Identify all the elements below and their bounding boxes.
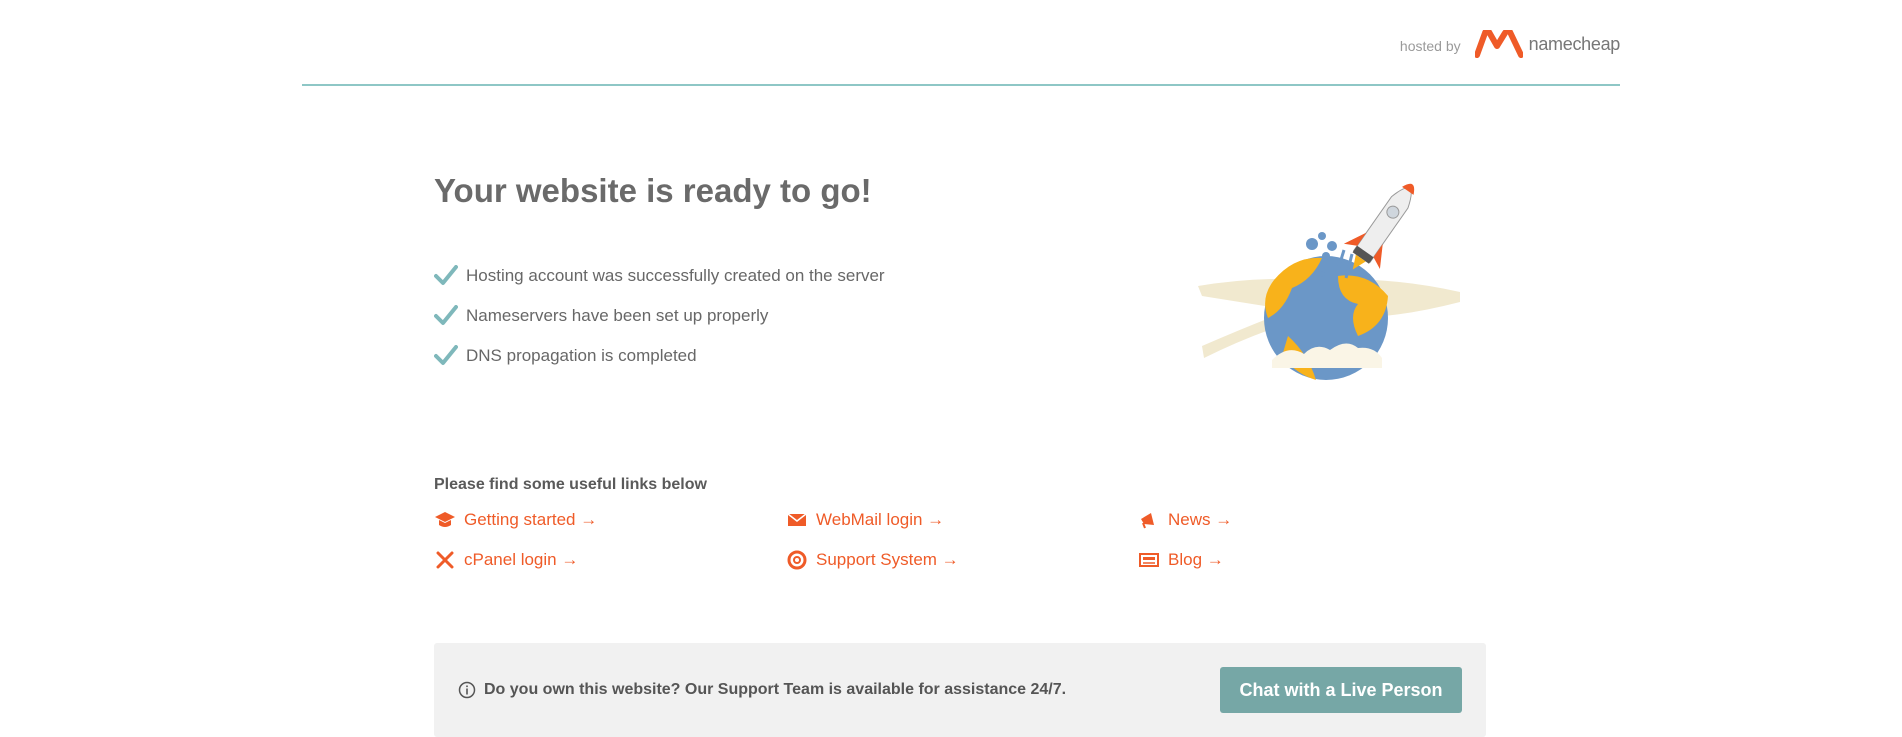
link-cpanel-login[interactable]: cPanel login → xyxy=(434,550,578,570)
link-label: cPanel login → xyxy=(464,550,579,569)
link-news[interactable]: News → xyxy=(1138,510,1232,530)
checklist-text: Hosting account was successfully created… xyxy=(466,266,885,285)
checklist-item: Hosting account was successfully created… xyxy=(434,256,885,296)
megaphone-icon xyxy=(1141,513,1154,529)
newspaper-icon xyxy=(1139,553,1159,567)
checklist-text: Nameservers have been set up properly xyxy=(466,306,769,325)
link-label: News → xyxy=(1168,510,1233,529)
lifebuoy-icon xyxy=(787,550,807,570)
checklist-item: DNS propagation is completed xyxy=(434,336,885,376)
support-text: Do you own this website? Our Support Tea… xyxy=(484,681,1067,698)
brand-name: namecheap xyxy=(1528,33,1621,54)
link-label: Getting started → xyxy=(464,510,598,529)
links-title: Please find some useful links below xyxy=(434,476,707,493)
page-title: Your website is ready to go! xyxy=(434,172,872,209)
checklist-item: Nameservers have been set up properly xyxy=(434,296,885,336)
check-icon xyxy=(434,265,458,285)
hosted-by-block: hosted by namecheap xyxy=(1400,30,1620,58)
envelope-icon xyxy=(787,513,807,526)
page-header: hosted by namecheap xyxy=(302,0,1620,86)
namecheap-logo[interactable]: namecheap xyxy=(1474,30,1621,58)
tools-icon xyxy=(436,551,454,569)
link-label: Support System → xyxy=(816,550,959,569)
check-icon xyxy=(434,345,458,365)
link-support-system[interactable]: Support System → xyxy=(786,550,959,570)
graduation-cap-icon xyxy=(435,512,455,527)
checklist-text: DNS propagation is completed xyxy=(466,346,697,365)
namecheap-logo-icon xyxy=(1474,30,1523,58)
check-icon xyxy=(434,305,458,325)
info-icon xyxy=(458,681,476,699)
rocket-globe-illustration xyxy=(1198,183,1460,380)
support-message: Do you own this website? Our Support Tea… xyxy=(458,681,1066,699)
chat-live-button[interactable]: Chat with a Live Person xyxy=(1220,667,1462,713)
status-checklist: Hosting account was successfully created… xyxy=(434,256,885,376)
useful-links: Getting started → cPanel login → WebMail… xyxy=(434,510,1334,600)
link-getting-started[interactable]: Getting started → xyxy=(434,510,597,530)
link-label: Blog → xyxy=(1168,550,1224,569)
support-banner: Do you own this website? Our Support Tea… xyxy=(434,643,1486,737)
hosted-by-label: hosted by xyxy=(1399,38,1461,54)
link-blog[interactable]: Blog → xyxy=(1138,550,1224,570)
link-label: WebMail login → xyxy=(816,510,945,529)
link-webmail-login[interactable]: WebMail login → xyxy=(786,510,944,530)
